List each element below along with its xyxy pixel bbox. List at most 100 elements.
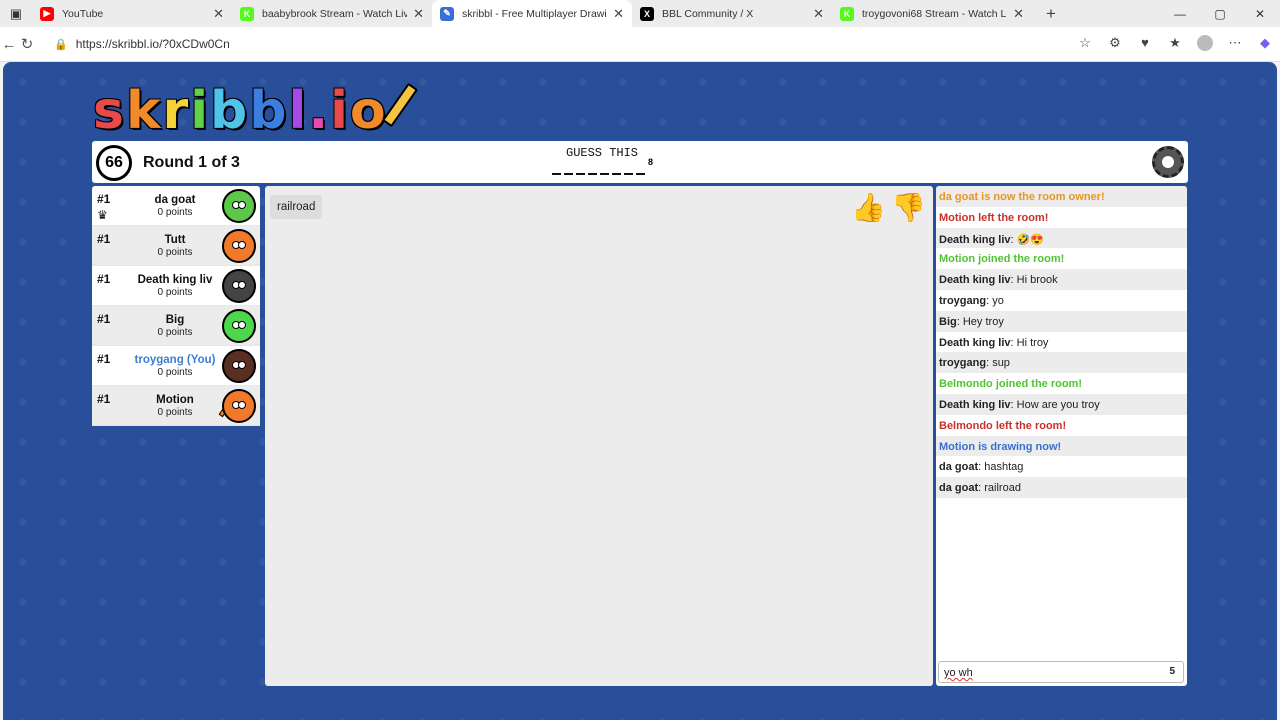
player-row[interactable]: #1 ♛ da goat 0 points	[92, 186, 260, 226]
player-avatar	[222, 189, 256, 223]
player-name: Big	[165, 314, 185, 326]
logo-letter: i	[190, 81, 211, 141]
guess-bubble: railroad	[270, 195, 323, 219]
logo-letter: b	[249, 81, 289, 141]
game-header: 66 Round 1 of 3 GUESS THIS 8	[92, 141, 1188, 183]
copilot-icon[interactable]: ◆	[1250, 35, 1280, 54]
chat-message: da goat: hashtag	[936, 456, 1187, 477]
chat-system-text: Motion is drawing now!	[939, 440, 1062, 453]
profile-avatar[interactable]	[1190, 34, 1220, 54]
extensions-icon[interactable]: ⚙	[1100, 35, 1130, 54]
url-field[interactable]: 🔒 https://skribbl.io/?0xCDw0Cn	[44, 31, 1064, 57]
logo-letter: i	[330, 81, 350, 141]
site-info-icon[interactable]: 🔒	[54, 38, 68, 51]
player-rank: #1	[97, 192, 111, 206]
browser-tab[interactable]: X BBL Community / X ✕	[632, 0, 832, 27]
player-rank: #1	[97, 392, 111, 406]
chat-message: Belmondo left the room!	[936, 415, 1187, 436]
browser-tab[interactable]: K troygovoni68 Stream - Watch Live ✕	[832, 0, 1032, 27]
favorites-icon[interactable]: ★	[1160, 35, 1190, 54]
settings-gear-icon[interactable]	[1152, 146, 1184, 178]
player-rank: #1	[97, 232, 111, 246]
more-menu-icon[interactable]: ⋯	[1220, 35, 1250, 54]
chat-input[interactable]: yo wh 5	[938, 661, 1184, 683]
player-points: 0 points	[157, 367, 193, 378]
back-icon[interactable]: ←	[0, 36, 18, 53]
window-menu-icon[interactable]: ▣	[0, 0, 32, 27]
chat-text: Hi troy	[1016, 336, 1049, 349]
tab-close-icon[interactable]: ✕	[813, 6, 824, 22]
chat-message: da goat: railroad	[936, 477, 1187, 498]
player-avatar	[222, 309, 256, 343]
browser-tab[interactable]: ▶ YouTube ✕	[32, 0, 232, 27]
tab-close-icon[interactable]: ✕	[613, 6, 624, 22]
chat-message: Big: Hey troy	[936, 310, 1187, 332]
thumbs-up-icon[interactable]: 👍	[851, 191, 886, 225]
player-avatar	[222, 229, 256, 263]
word-blanks	[552, 163, 645, 175]
tab-title: skribbl - Free Multiplayer Drawing	[462, 7, 608, 20]
tab-close-icon[interactable]: ✕	[1013, 6, 1024, 22]
chat-text: railroad	[984, 482, 1021, 495]
tab-close-icon[interactable]: ✕	[413, 6, 424, 22]
player-row[interactable]: #1 Big 0 points	[92, 306, 260, 346]
player-rank: #1	[97, 312, 111, 326]
letter-blank	[624, 173, 633, 175]
tab-favicon-icon: ✎	[440, 6, 454, 21]
player-row[interactable]: #1 Motion 0 points	[92, 386, 260, 426]
new-tab-button[interactable]: +	[1046, 4, 1056, 24]
chat-text: hashtag	[984, 461, 1024, 474]
crown-icon: ♛	[97, 208, 108, 222]
round-indicator: Round 1 of 3	[143, 154, 240, 171]
player-points: 0 points	[157, 287, 193, 298]
maximize-icon[interactable]: ▢	[1200, 0, 1240, 27]
player-row[interactable]: #1 Death king liv 0 points	[92, 266, 260, 306]
chat-text: sup	[992, 357, 1010, 370]
browser-tab[interactable]: K baabybrook Stream - Watch Live ✕	[232, 0, 432, 27]
browser-essentials-icon[interactable]: ♥	[1130, 35, 1160, 54]
tab-favicon-icon: X	[640, 6, 654, 21]
toolbar-icons: ☆ ⚙ ♥ ★ ⋯ ◆	[1070, 34, 1280, 54]
minimize-icon[interactable]: —	[1160, 0, 1200, 27]
reload-icon[interactable]: ↻	[18, 35, 36, 53]
favorite-star-icon[interactable]: ☆	[1070, 35, 1100, 54]
player-row[interactable]: #1 troygang (You) 0 points	[92, 346, 260, 386]
skribbl-logo: skribbl.io	[93, 81, 418, 141]
chat-message: Death king liv: How are you troy	[936, 393, 1187, 415]
browser-tab[interactable]: ✎ skribbl - Free Multiplayer Drawing ✕	[432, 0, 632, 27]
word-length: 8	[648, 157, 654, 167]
logo-letter: .	[308, 81, 331, 141]
player-name: da goat	[154, 194, 196, 206]
drawing-canvas[interactable]: railroad 👍 👎	[265, 186, 933, 686]
chat-text: Hi brook	[1016, 274, 1058, 287]
chat-message: da goat is now the room owner!	[936, 186, 1187, 207]
tab-title: BBL Community / X	[662, 7, 754, 20]
tab-close-icon[interactable]: ✕	[213, 6, 224, 22]
browser-tab-bar: ▣ ▶ YouTube ✕ K baabybrook Stream - Watch…	[0, 0, 1280, 27]
chat-system-text: Motion left the room!	[939, 211, 1049, 224]
tab-title: baabybrook Stream - Watch Live	[262, 7, 408, 20]
close-window-icon[interactable]: ✕	[1240, 0, 1280, 27]
chat-author: troygang	[939, 294, 987, 307]
letter-blank	[552, 173, 561, 175]
logo-letter: o	[349, 81, 388, 141]
letter-blank	[612, 173, 621, 175]
chat-text: How are you troy	[1016, 398, 1100, 411]
logo-letter: l	[288, 81, 309, 141]
url-text: https://skribbl.io/?0xCDw0Cn	[75, 37, 230, 51]
player-name: Motion	[156, 394, 194, 406]
tab-title: YouTube	[62, 7, 104, 20]
player-row[interactable]: #1 Tutt 0 points	[92, 226, 260, 266]
chat-author: Death king liv	[939, 274, 1011, 287]
logo-letter: r	[162, 81, 191, 141]
tab-title: troygovoni68 Stream - Watch Live	[862, 7, 1008, 20]
thumbs-down-icon[interactable]: 👎	[891, 191, 926, 225]
game-page: skribbl.io 66 Round 1 of 3 GUESS THIS 8 …	[3, 62, 1277, 720]
tab-favicon-icon: K	[840, 6, 854, 21]
chat-message: Death king liv: Hi brook	[936, 269, 1187, 290]
chat-text: yo	[992, 294, 1004, 307]
address-bar-row: ← ↻ 🔒 https://skribbl.io/?0xCDw0Cn ☆ ⚙ ♥…	[0, 27, 1280, 62]
chat-author: Death king liv	[939, 233, 1011, 246]
chat-message: Death king liv: Hi troy	[936, 332, 1187, 353]
letter-blank	[588, 173, 597, 175]
